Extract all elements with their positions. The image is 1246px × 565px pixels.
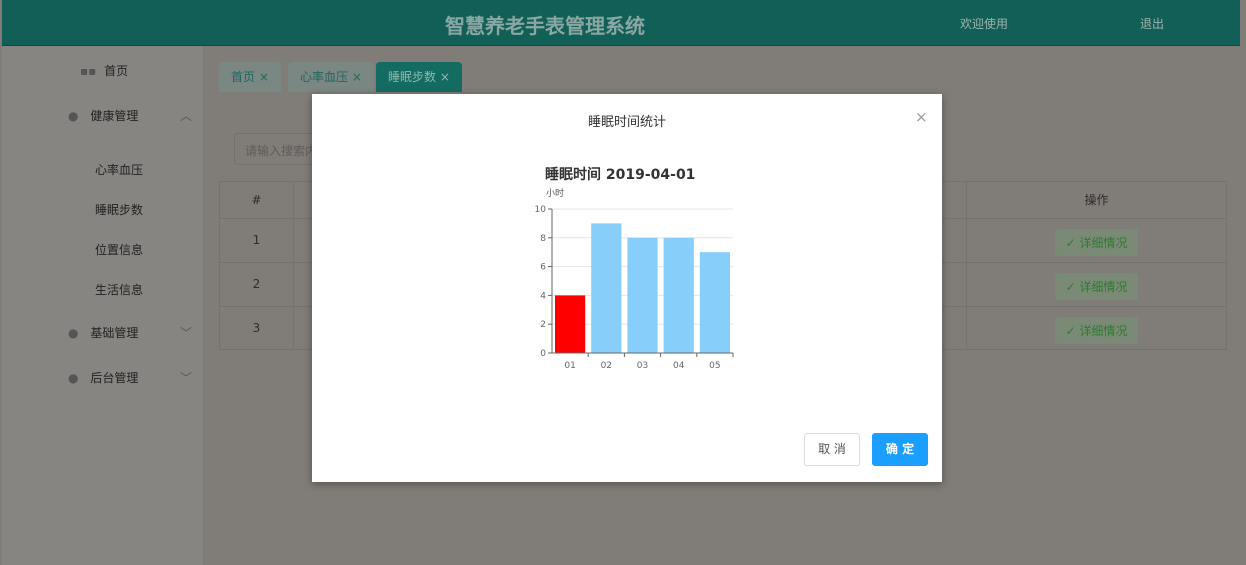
sidebar: ▪▪ 首页 ● 健康管理 ︿ 心率血压 睡眠步数 位置信息 生活信息 ● 基础管…: [2, 46, 204, 565]
chevron-down-icon: ﹀: [179, 326, 192, 340]
detail-button[interactable]: ✓ 详细情况: [1054, 317, 1139, 344]
dialog-title: 睡眠时间统计: [587, 115, 666, 130]
sidebar-group-basic[interactable]: ● 基础管理 ﹀: [68, 324, 192, 341]
location-pin-icon: ●: [68, 109, 79, 123]
chart-y-axis-label: 小时: [546, 189, 565, 199]
bar: [591, 223, 622, 353]
sidebar-item-location[interactable]: 位置信息: [95, 241, 143, 258]
sidebar-group-admin[interactable]: ● 后台管理 ﹀: [68, 369, 192, 386]
close-icon[interactable]: ×: [352, 70, 362, 84]
sidebar-item-sleep-steps[interactable]: 睡眠步数: [95, 201, 143, 218]
cancel-button[interactable]: 取 消: [804, 433, 860, 466]
sidebar-item-life[interactable]: 生活信息: [95, 281, 143, 298]
y-tick-label: 0: [540, 349, 546, 359]
confirm-button[interactable]: 确 定: [872, 433, 928, 466]
x-tick-label: 05: [709, 361, 720, 371]
tab-heart-rate[interactable]: 心率血压 ×: [288, 62, 374, 92]
sidebar-group-health[interactable]: ● 健康管理 ︿: [68, 107, 192, 124]
app-title: 智慧养老手表管理系统: [445, 14, 645, 38]
close-icon[interactable]: ×: [259, 70, 269, 84]
x-tick-label: 02: [601, 361, 612, 371]
chevron-up-icon: ︿: [179, 109, 192, 123]
grid-icon: ▪▪: [80, 64, 97, 78]
logout-link[interactable]: 退出: [1140, 15, 1164, 32]
search-input[interactable]: 请输入搜索内容: [234, 133, 324, 165]
welcome-text: 欢迎使用: [960, 17, 1009, 31]
y-tick-label: 10: [535, 205, 547, 215]
x-tick-label: 01: [564, 361, 575, 371]
bar: [555, 295, 586, 353]
sleep-bar-chart: 024681001 02 03 04 05: [535, 205, 734, 371]
tab-home[interactable]: 首页 ×: [219, 62, 281, 92]
sleep-stats-dialog: 睡眠时间统计 × 睡眠时间 2019-04-01 小时 0 2 4 6 8 10 01 02 0…: [312, 94, 942, 482]
bar: [663, 237, 694, 353]
location-pin-icon: ●: [68, 371, 79, 385]
y-tick-label: 6: [540, 263, 546, 273]
x-tick-label: 03: [637, 361, 648, 371]
location-pin-icon: ●: [68, 326, 79, 340]
y-tick-label: 2: [540, 320, 546, 330]
chevron-down-icon: ﹀: [179, 371, 192, 385]
x-tick-label: 04: [673, 361, 685, 371]
app-header: 智慧养老手表管理系统 欢迎使用 退出: [2, 0, 1240, 46]
chart-title: 睡眠时间 2019-04-01: [545, 167, 696, 183]
bar: [627, 237, 658, 353]
close-icon[interactable]: ×: [915, 108, 928, 126]
sidebar-item-heart-rate[interactable]: 心率血压: [95, 161, 143, 178]
bar: [699, 252, 730, 353]
close-icon[interactable]: ×: [440, 70, 450, 84]
y-tick-label: 4: [540, 291, 546, 301]
y-tick-label: 8: [540, 234, 546, 244]
sidebar-item-home[interactable]: ▪▪ 首页: [80, 62, 128, 79]
tab-sleep-steps[interactable]: 睡眠步数 ×: [376, 62, 462, 92]
detail-button[interactable]: ✓ 详细情况: [1054, 229, 1139, 256]
detail-button[interactable]: ✓ 详细情况: [1054, 273, 1139, 300]
